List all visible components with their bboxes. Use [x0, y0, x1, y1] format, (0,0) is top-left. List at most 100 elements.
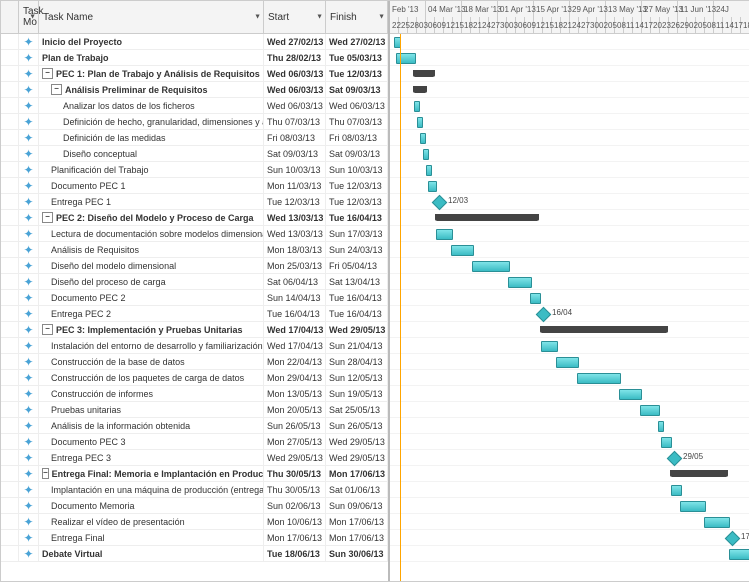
- collapse-icon[interactable]: −: [42, 212, 53, 223]
- finish-cell[interactable]: Tue 05/03/13: [326, 50, 388, 65]
- task-name-cell[interactable]: Planificación del Trabajo: [39, 162, 264, 177]
- task-bar[interactable]: [671, 485, 682, 496]
- task-bar[interactable]: [661, 437, 672, 448]
- finish-cell[interactable]: Fri 05/04/13: [326, 258, 388, 273]
- task-name-cell[interactable]: −Análisis Preliminar de Requisitos: [39, 82, 264, 97]
- finish-cell[interactable]: Tue 12/03/13: [326, 194, 388, 209]
- task-bar[interactable]: [426, 165, 432, 176]
- start-cell[interactable]: Wed 13/03/13: [264, 210, 326, 225]
- chevron-down-icon[interactable]: ▼: [29, 14, 36, 21]
- finish-cell[interactable]: Wed 29/05/13: [326, 450, 388, 465]
- task-name-cell[interactable]: Realizar el vídeo de presentación: [39, 514, 264, 529]
- start-cell[interactable]: Wed 06/03/13: [264, 98, 326, 113]
- task-name-cell[interactable]: Entrega Final: [39, 530, 264, 545]
- task-bar[interactable]: [541, 341, 558, 352]
- task-bar[interactable]: [680, 501, 706, 512]
- chevron-down-icon[interactable]: ▼: [254, 14, 261, 21]
- start-cell[interactable]: Tue 16/04/13: [264, 306, 326, 321]
- finish-cell[interactable]: Tue 12/03/13: [326, 178, 388, 193]
- table-row[interactable]: ✦Documento PEC 2Sun 14/04/13Tue 16/04/13: [1, 290, 388, 306]
- start-cell[interactable]: Mon 17/06/13: [264, 530, 326, 545]
- start-cell[interactable]: Tue 18/06/13: [264, 546, 326, 561]
- table-row[interactable]: ✦Construcción de la base de datosMon 22/…: [1, 354, 388, 370]
- table-row[interactable]: ✦Diseño del modelo dimensionalMon 25/03/…: [1, 258, 388, 274]
- table-row[interactable]: ✦Planificación del TrabajoSun 10/03/13Su…: [1, 162, 388, 178]
- finish-cell[interactable]: Sat 09/03/13: [326, 146, 388, 161]
- task-bar[interactable]: [704, 517, 730, 528]
- finish-cell[interactable]: Tue 16/04/13: [326, 306, 388, 321]
- chevron-down-icon[interactable]: ▼: [316, 14, 323, 21]
- summary-bar[interactable]: [436, 214, 538, 221]
- table-row[interactable]: ✦Entrega PEC 1Tue 12/03/13Tue 12/03/13: [1, 194, 388, 210]
- finish-cell[interactable]: Tue 16/04/13: [326, 210, 388, 225]
- task-name-cell[interactable]: Plan de Trabajo: [39, 50, 264, 65]
- table-row[interactable]: ✦Inicio del ProyectoWed 27/02/13Wed 27/0…: [1, 34, 388, 50]
- task-name-cell[interactable]: Definición de hecho, granularidad, dimen…: [39, 114, 264, 129]
- start-cell[interactable]: Wed 17/04/13: [264, 338, 326, 353]
- gantt-chart[interactable]: 12/0316/0429/0517/06: [390, 34, 749, 581]
- finish-cell[interactable]: Sat 25/05/13: [326, 402, 388, 417]
- task-name-cell[interactable]: Análisis de la información obtenida: [39, 418, 264, 433]
- start-cell[interactable]: Thu 07/03/13: [264, 114, 326, 129]
- task-name-cell[interactable]: −PEC 3: Implementación y Pruebas Unitari…: [39, 322, 264, 337]
- task-name-cell[interactable]: Definición de las medidas: [39, 130, 264, 145]
- start-cell[interactable]: Wed 06/03/13: [264, 82, 326, 97]
- finish-cell[interactable]: Mon 17/06/13: [326, 514, 388, 529]
- finish-cell[interactable]: Sat 13/04/13: [326, 274, 388, 289]
- table-row[interactable]: ✦−PEC 1: Plan de Trabajo y Análisis de R…: [1, 66, 388, 82]
- table-row[interactable]: ✦Definición de hecho, granularidad, dime…: [1, 114, 388, 130]
- summary-bar[interactable]: [414, 70, 434, 77]
- task-bar[interactable]: [472, 261, 510, 272]
- task-name-cell[interactable]: Implantación en una máquina de producció…: [39, 482, 264, 497]
- finish-cell[interactable]: Wed 29/05/13: [326, 322, 388, 337]
- task-name-cell[interactable]: Documento Memoria: [39, 498, 264, 513]
- start-cell[interactable]: Mon 29/04/13: [264, 370, 326, 385]
- table-row[interactable]: ✦Construcción de los paquetes de carga d…: [1, 370, 388, 386]
- task-name-cell[interactable]: Lectura de documentación sobre modelos d…: [39, 226, 264, 241]
- summary-bar[interactable]: [414, 86, 426, 93]
- table-row[interactable]: ✦Análisis de la información obtenidaSun …: [1, 418, 388, 434]
- collapse-icon[interactable]: −: [42, 468, 49, 479]
- col-task-name[interactable]: Task Name▼: [39, 1, 264, 33]
- start-cell[interactable]: Mon 20/05/13: [264, 402, 326, 417]
- finish-cell[interactable]: Sun 21/04/13: [326, 338, 388, 353]
- finish-cell[interactable]: Sun 10/03/13: [326, 162, 388, 177]
- table-row[interactable]: ✦Entrega PEC 2Tue 16/04/13Tue 16/04/13: [1, 306, 388, 322]
- start-cell[interactable]: Tue 12/03/13: [264, 194, 326, 209]
- task-bar[interactable]: [396, 53, 416, 64]
- task-bar[interactable]: [420, 133, 426, 144]
- task-bar[interactable]: [451, 245, 474, 256]
- table-row[interactable]: ✦Entrega FinalMon 17/06/13Mon 17/06/13: [1, 530, 388, 546]
- table-row[interactable]: ✦Plan de TrabajoThu 28/02/13Tue 05/03/13: [1, 50, 388, 66]
- finish-cell[interactable]: Wed 29/05/13: [326, 434, 388, 449]
- task-name-cell[interactable]: Diseño del proceso de carga: [39, 274, 264, 289]
- finish-cell[interactable]: Wed 06/03/13: [326, 98, 388, 113]
- collapse-icon[interactable]: −: [42, 324, 53, 335]
- finish-cell[interactable]: Sun 09/06/13: [326, 498, 388, 513]
- table-row[interactable]: ✦Análisis de RequisitosMon 18/03/13Sun 2…: [1, 242, 388, 258]
- finish-cell[interactable]: Sat 09/03/13: [326, 82, 388, 97]
- start-cell[interactable]: Fri 08/03/13: [264, 130, 326, 145]
- table-row[interactable]: ✦−PEC 2: Diseño del Modelo y Proceso de …: [1, 210, 388, 226]
- table-row[interactable]: ✦Documento MemoriaSun 02/06/13Sun 09/06/…: [1, 498, 388, 514]
- start-cell[interactable]: Mon 27/05/13: [264, 434, 326, 449]
- table-row[interactable]: ✦−PEC 3: Implementación y Pruebas Unitar…: [1, 322, 388, 338]
- task-bar[interactable]: [577, 373, 621, 384]
- table-row[interactable]: ✦−Entrega Final: Memoria e Implantación …: [1, 466, 388, 482]
- task-bar[interactable]: [508, 277, 532, 288]
- table-row[interactable]: ✦Pruebas unitariasMon 20/05/13Sat 25/05/…: [1, 402, 388, 418]
- task-bar[interactable]: [729, 549, 749, 560]
- table-row[interactable]: ✦Realizar el vídeo de presentaciónMon 10…: [1, 514, 388, 530]
- start-cell[interactable]: Wed 29/05/13: [264, 450, 326, 465]
- col-task-mode[interactable]: Task Mo▼: [19, 1, 39, 33]
- start-cell[interactable]: Wed 06/03/13: [264, 66, 326, 81]
- task-bar[interactable]: [530, 293, 541, 304]
- task-name-cell[interactable]: Construcción de los paquetes de carga de…: [39, 370, 264, 385]
- start-cell[interactable]: Sun 14/04/13: [264, 290, 326, 305]
- table-row[interactable]: ✦Definición de las medidasFri 08/03/13Fr…: [1, 130, 388, 146]
- finish-cell[interactable]: Wed 27/02/13: [326, 34, 388, 49]
- start-cell[interactable]: Thu 30/05/13: [264, 482, 326, 497]
- finish-cell[interactable]: Tue 12/03/13: [326, 66, 388, 81]
- task-bar[interactable]: [417, 117, 423, 128]
- finish-cell[interactable]: Sat 01/06/13: [326, 482, 388, 497]
